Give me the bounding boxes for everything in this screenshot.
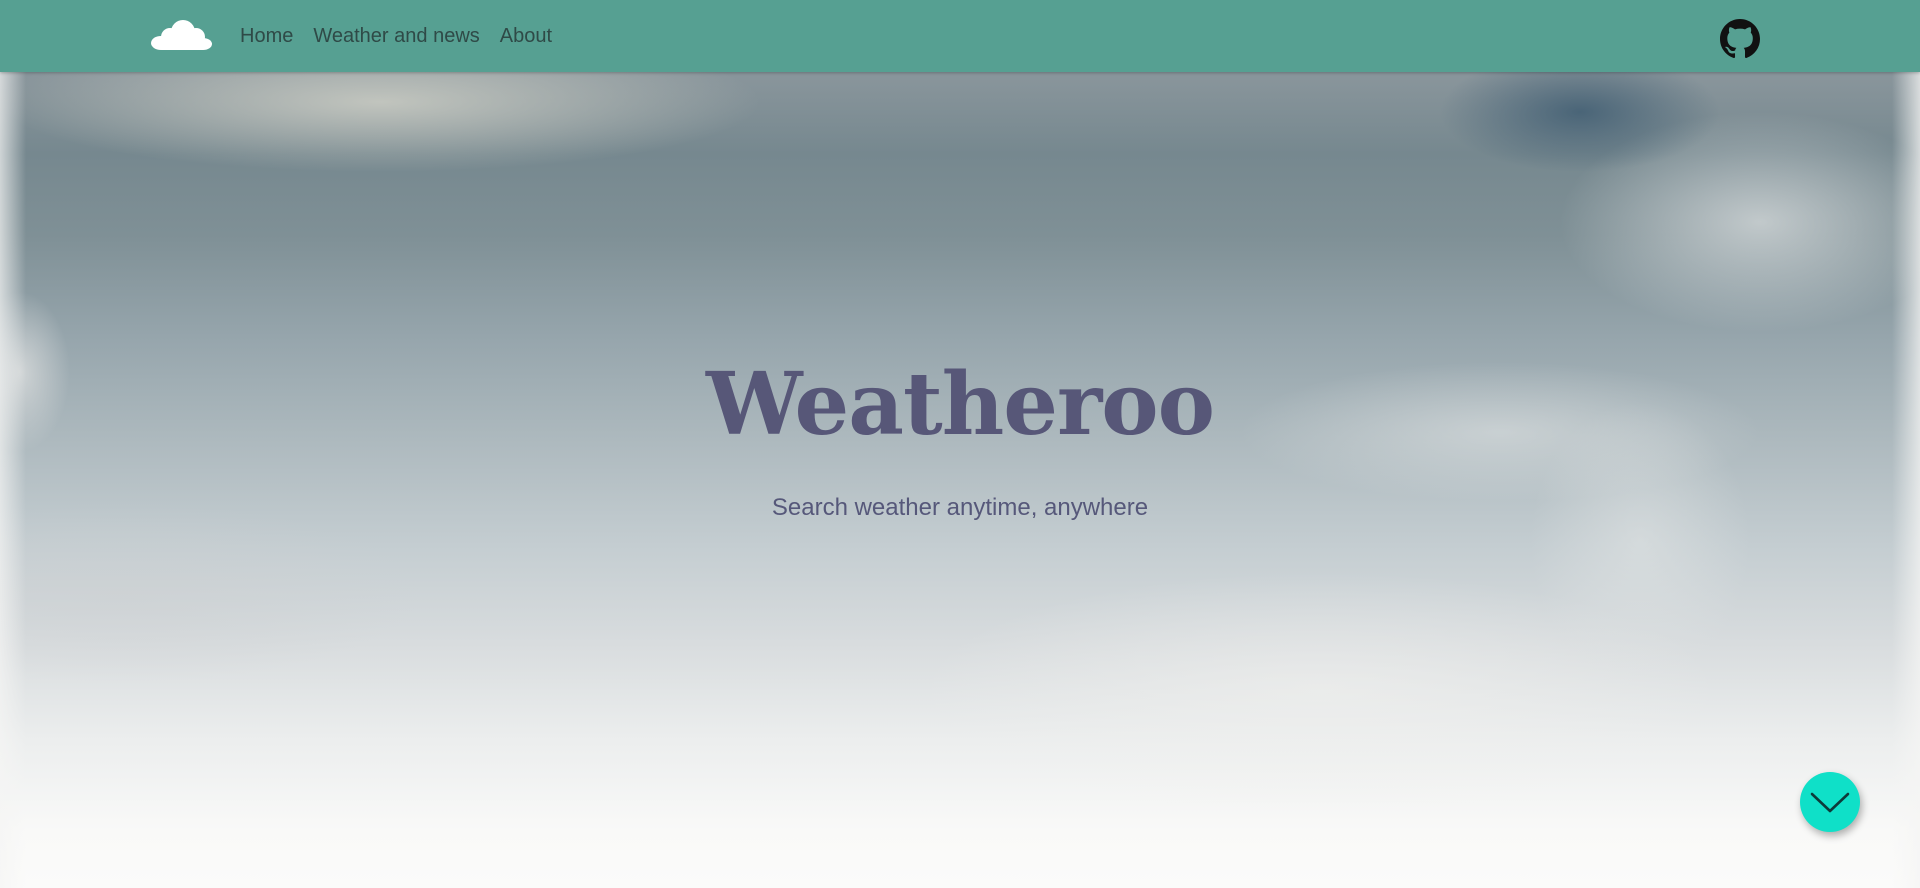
scroll-down-button[interactable] <box>1800 772 1860 832</box>
edge-fade-overlay <box>0 72 1920 888</box>
cloud-icon[interactable] <box>149 18 213 54</box>
main-nav: Home Weather and news About <box>240 0 552 72</box>
github-icon[interactable] <box>1720 19 1760 59</box>
nav-link-home[interactable]: Home <box>240 26 293 46</box>
top-navbar: Home Weather and news About <box>0 0 1920 72</box>
nav-link-about[interactable]: About <box>500 26 552 46</box>
chevron-down-icon <box>1810 792 1850 813</box>
hero-subtitle: Search weather anytime, anywhere <box>771 494 1149 521</box>
hero-title: Weatheroo <box>705 354 1215 455</box>
nav-link-weather-and-news[interactable]: Weather and news <box>313 26 479 46</box>
hero-section: Weatheroo Search weather anytime, anywhe… <box>0 72 1920 888</box>
